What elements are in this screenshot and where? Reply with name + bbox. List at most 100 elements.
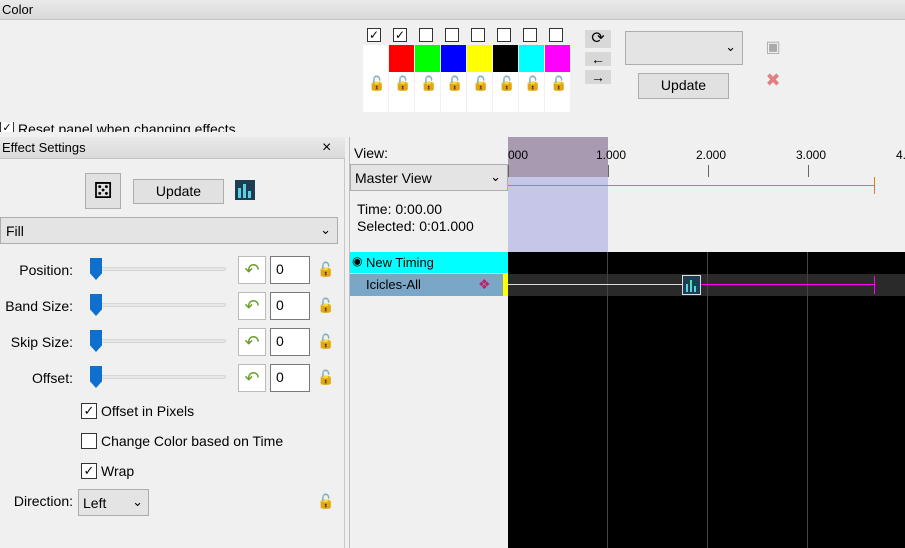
chart-icon: [235, 180, 255, 200]
direction-label: Direction:: [13, 493, 73, 509]
color-lock-cell[interactable]: 🔓: [415, 72, 440, 112]
offset-pixels-checkbox[interactable]: ✓: [81, 403, 97, 419]
effect-type-select[interactable]: Fill ⌄: [0, 217, 338, 244]
lock-icon: 🔓: [368, 75, 386, 91]
color-checkbox[interactable]: ✓: [367, 28, 381, 42]
color-swatch[interactable]: [363, 45, 388, 72]
lock-icon: 🔓: [420, 75, 438, 91]
cycle-icon[interactable]: ⟳: [585, 30, 611, 48]
color-checkbox[interactable]: [471, 28, 485, 42]
param-slider[interactable]: [90, 267, 226, 271]
color-lock-cell[interactable]: 🔓: [467, 72, 492, 112]
change-color-checkbox[interactable]: [81, 433, 97, 449]
lock-icon: 🔓: [498, 75, 516, 91]
color-lock-cell[interactable]: 🔓: [519, 72, 544, 112]
view-select[interactable]: Master View ⌄: [350, 164, 508, 191]
value-curve-icon[interactable]: ↶: [238, 364, 266, 392]
lock-icon[interactable]: 🔓: [317, 297, 334, 314]
color-lock-cell[interactable]: 🔓: [545, 72, 570, 112]
palette-select[interactable]: ⌄: [625, 31, 743, 65]
effect-start-marker[interactable]: [503, 274, 508, 296]
reset-panel-row[interactable]: ✓ Reset panel when changing effects: [0, 122, 260, 132]
timing-row[interactable]: ◉ New Timing: [350, 252, 508, 273]
param-label: Offset:: [32, 370, 73, 386]
ruler-tick-label: 000: [508, 148, 529, 162]
model-row[interactable]: Icicles-All ❖: [350, 274, 508, 296]
direction-value: Left: [83, 495, 107, 511]
view-label: View:: [354, 145, 388, 161]
param-slider[interactable]: [90, 303, 226, 307]
color-lock-cell[interactable]: 🔓: [441, 72, 466, 112]
color-swatch[interactable]: [415, 45, 440, 72]
value-curve-icon[interactable]: ↶: [238, 292, 266, 320]
color-swatch[interactable]: [441, 45, 466, 72]
effect-update-button[interactable]: Update: [133, 179, 224, 204]
ruler-tick-label: 4.: [896, 148, 905, 162]
color-swatch[interactable]: [467, 45, 492, 72]
color-swatch[interactable]: [545, 45, 570, 72]
color-lock-cell[interactable]: 🔓: [493, 72, 518, 112]
color-swatch[interactable]: [519, 45, 544, 72]
effect-selected-line: [701, 284, 875, 285]
param-value-input[interactable]: 0: [270, 364, 310, 392]
color-checkbox[interactable]: [445, 28, 459, 42]
offset-pixels-label: Offset in Pixels: [101, 403, 195, 419]
effect-line: [508, 284, 683, 285]
lock-icon: 🔓: [524, 75, 542, 91]
color-swatch[interactable]: [493, 45, 518, 72]
param-value-input[interactable]: 0: [270, 328, 310, 356]
direction-select[interactable]: Left ⌄: [78, 489, 149, 516]
color-checkbox[interactable]: [497, 28, 511, 42]
lock-icon[interactable]: 🔓: [317, 369, 334, 386]
effect-chart-icon[interactable]: [682, 275, 701, 295]
arrow-left-icon[interactable]: ←: [585, 52, 611, 66]
wrap-checkbox[interactable]: ✓: [81, 463, 97, 479]
color-checkbox[interactable]: ✓: [393, 28, 407, 42]
delete-icon[interactable]: ✖: [763, 70, 783, 90]
color-lock-cell[interactable]: 🔓: [389, 72, 414, 112]
close-icon[interactable]: ×: [322, 139, 331, 157]
ruler-tick-label: 3.000: [796, 148, 827, 162]
param-value-input[interactable]: 0: [270, 256, 310, 284]
save-icon[interactable]: ▣: [763, 37, 783, 57]
color-lock-cell[interactable]: 🔓: [363, 72, 388, 112]
grid-line: [807, 252, 808, 548]
reset-panel-label: Reset panel when changing effects: [18, 122, 236, 132]
dice-icon[interactable]: ⚄: [85, 173, 121, 209]
chevron-down-icon: ⌄: [490, 169, 501, 184]
selected-readout: Selected: 0:01.000: [357, 218, 474, 234]
color-checkbox[interactable]: [549, 28, 563, 42]
ruler-tick-label: 2.000: [696, 148, 727, 162]
color-swatch[interactable]: [389, 45, 414, 72]
color-checkbox[interactable]: [419, 28, 433, 42]
param-label: Skip Size:: [10, 334, 73, 350]
param-label: Band Size:: [5, 298, 73, 314]
ruler-tick-mark: [808, 165, 809, 177]
radio-icon: ◉: [352, 254, 363, 268]
view-value: Master View: [355, 170, 432, 186]
param-label: Position:: [19, 262, 73, 278]
playback-range: [508, 185, 875, 186]
color-update-button[interactable]: Update: [638, 73, 729, 99]
model-icon: ❖: [478, 276, 491, 292]
lock-icon[interactable]: 🔓: [317, 261, 334, 278]
grid-line: [607, 252, 608, 548]
lock-icon: 🔓: [550, 75, 568, 91]
param-value-input[interactable]: 0: [270, 292, 310, 320]
value-curve-icon[interactable]: ↶: [238, 328, 266, 356]
color-panel-title: Color: [0, 0, 905, 20]
param-slider[interactable]: [90, 375, 226, 379]
lock-icon[interactable]: 🔓: [317, 333, 334, 350]
lock-icon: 🔓: [394, 75, 412, 91]
ruler-tick-label: 1.000: [596, 148, 627, 162]
effect-type-value: Fill: [6, 223, 24, 239]
color-checkbox[interactable]: [523, 28, 537, 42]
arrow-right-icon[interactable]: →: [585, 70, 611, 84]
chevron-down-icon: ⌄: [725, 39, 736, 54]
chevron-down-icon: ⌄: [132, 494, 143, 509]
reset-panel-checkbox[interactable]: ✓: [0, 122, 14, 132]
value-curve-icon[interactable]: ↶: [238, 256, 266, 284]
effect-end-marker[interactable]: [874, 276, 875, 294]
lock-icon[interactable]: 🔓: [317, 493, 334, 510]
param-slider[interactable]: [90, 339, 226, 343]
